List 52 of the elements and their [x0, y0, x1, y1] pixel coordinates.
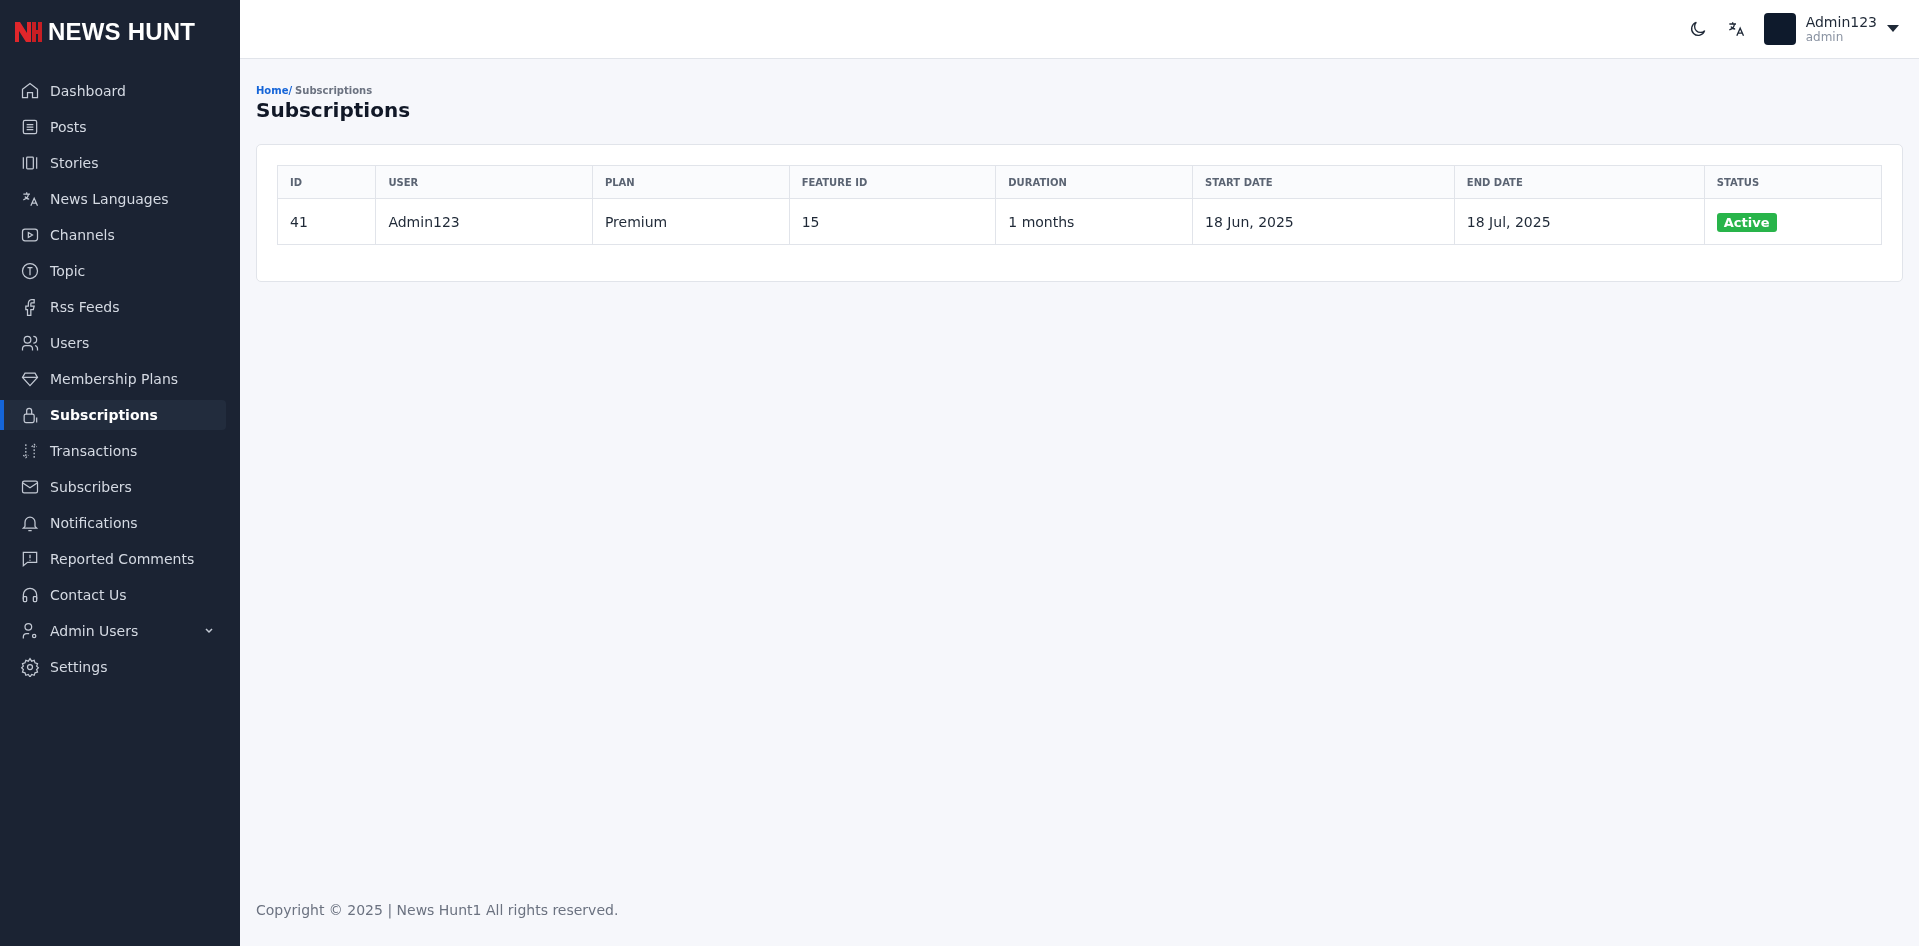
menu-item-icon: [20, 585, 40, 605]
column-header: FEATURE ID: [789, 165, 996, 199]
menu-item-icon: [20, 189, 40, 209]
sidebar-item[interactable]: Admin Users: [0, 616, 226, 646]
logo-icon: [14, 21, 42, 43]
sidebar-item[interactable]: Contact Us: [0, 580, 226, 610]
column-header: DURATION: [995, 165, 1193, 199]
menu-item-icon: [20, 657, 40, 677]
chevron-down-icon[interactable]: [204, 626, 214, 636]
sidebar-item[interactable]: Subscribers: [0, 472, 226, 502]
sidebar-item[interactable]: Settings: [0, 652, 226, 682]
table-cell: 41: [277, 198, 376, 245]
caret-icon[interactable]: [1887, 25, 1899, 33]
menu-item-icon: [20, 333, 40, 353]
status-badge: Active: [1716, 212, 1777, 232]
table-cell: 18 Jul, 2025: [1454, 198, 1705, 245]
sidebar-item[interactable]: Rss Feeds: [0, 292, 226, 322]
sidebar-item[interactable]: Subscriptions: [0, 400, 226, 430]
column-header: PLAN: [592, 165, 790, 199]
avatar-image[interactable]: [1763, 13, 1796, 45]
table-cell: Admin123: [375, 198, 593, 245]
column-header: USER: [375, 165, 593, 199]
column-header: ID: [277, 165, 376, 199]
footer-text: Copyright © 2025 | News Hunt1 All rights reserved.: [256, 902, 620, 921]
user-role: admin: [1805, 30, 1845, 44]
sidebar-item[interactable]: Reported Comments: [0, 544, 226, 574]
menu-item-icon: [20, 261, 40, 281]
menu-item-icon: [20, 117, 40, 137]
user-name: Admin123: [1805, 14, 1877, 30]
sidebar-item[interactable]: Notifications: [0, 508, 226, 538]
sidebar-item[interactable]: Posts: [0, 112, 226, 142]
sidebar-item[interactable]: Users: [0, 328, 226, 358]
column-header: STATUS: [1704, 165, 1882, 199]
menu-item-icon: [20, 81, 40, 101]
sidebar-item[interactable]: Topic: [0, 256, 226, 286]
sidebar-item[interactable]: News Languages: [0, 184, 226, 214]
sidebar-item[interactable]: Dashboard: [0, 76, 226, 106]
sidebar-item[interactable]: Transactions: [0, 436, 226, 466]
breadcrumb-current: Subscriptions: [295, 85, 373, 96]
table-cell: Premium: [592, 198, 790, 245]
menu-item-icon: [20, 549, 40, 569]
column-header: START DATE: [1192, 165, 1455, 199]
breadcrumb-link[interactable]: Home/: [256, 85, 293, 96]
table-cell: 18 Jun, 2025: [1192, 198, 1455, 245]
sidebar-item[interactable]: Channels: [0, 220, 226, 250]
column-header: END DATE: [1454, 165, 1705, 199]
sidebar-item[interactable]: Stories: [0, 148, 226, 178]
table-cell: 1 months: [995, 198, 1193, 245]
logo-text: NEWS HUNT: [48, 18, 196, 46]
sidebar-item[interactable]: Membership Plans: [0, 364, 226, 394]
table-cell: 15: [789, 198, 996, 245]
page-title: Subscriptions: [256, 98, 412, 122]
